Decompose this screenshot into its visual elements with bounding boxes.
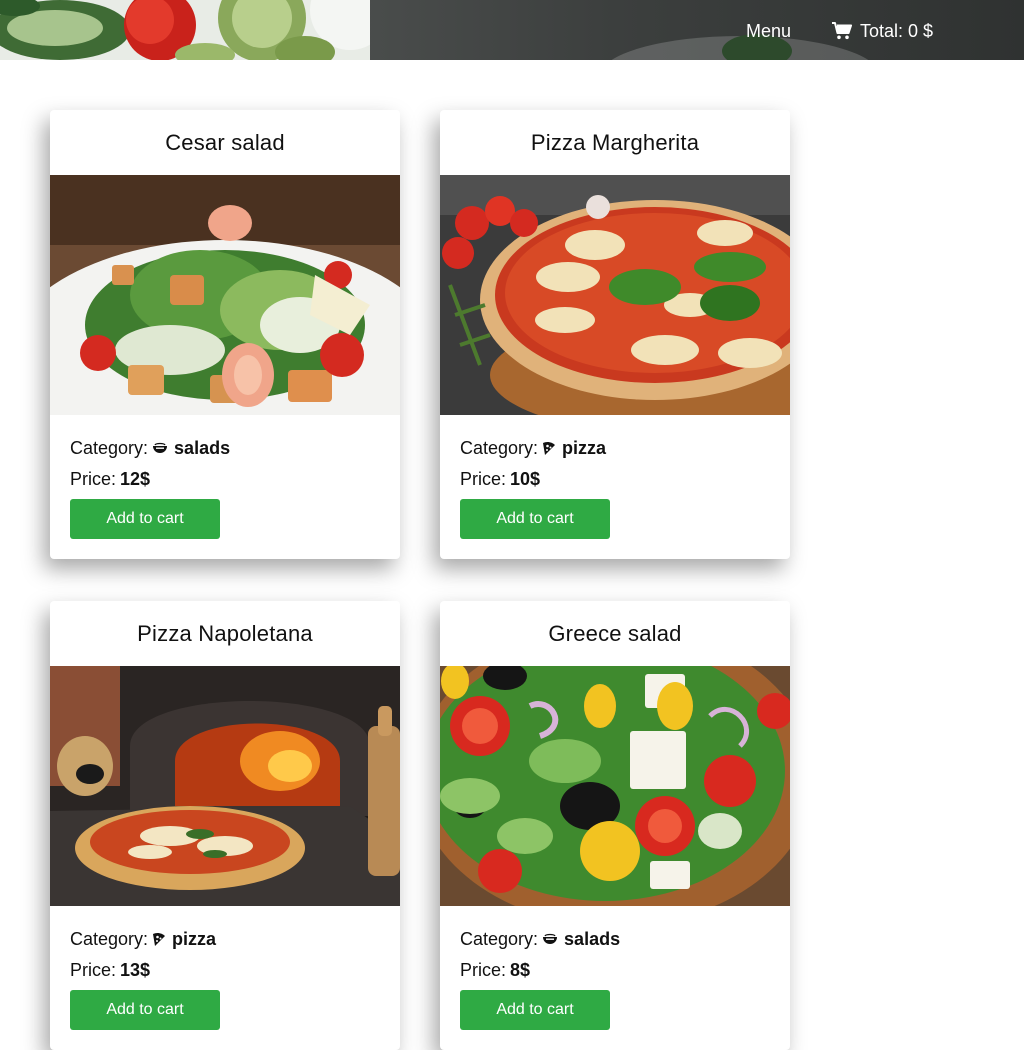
greece-salad-image: [440, 666, 790, 906]
pizza-napoletana-image: [50, 666, 400, 906]
vegetables-banner-image: [0, 0, 370, 60]
product-category: Category: salads: [70, 437, 380, 459]
category-label: Category:: [460, 929, 539, 949]
cart-total-label: Total: 0 $: [860, 21, 934, 41]
product-card: Greece salad Category: salads Price: 8$ …: [440, 601, 790, 1050]
price-value: 13$: [120, 960, 151, 980]
product-category: Category: pizza: [70, 928, 380, 950]
add-to-cart-button[interactable]: Add to cart: [70, 499, 220, 539]
product-title: Cesar salad: [165, 129, 285, 155]
price-label: Price:: [70, 469, 117, 489]
nav-cart-total[interactable]: Total: 0 $: [832, 19, 933, 43]
category-label: Category:: [70, 929, 149, 949]
category-label: Category:: [70, 438, 149, 458]
category-value: pizza: [562, 438, 607, 458]
pizza-margherita-image: [440, 175, 790, 415]
product-category: Category: salads: [460, 928, 770, 950]
price-label: Price:: [460, 960, 507, 980]
bowl-icon: [542, 933, 558, 945]
product-price: Price: 10$: [460, 468, 770, 490]
product-title: Pizza Napoletana: [137, 620, 313, 646]
product-card: Pizza Margherita Category: pizza Price: …: [440, 110, 790, 559]
price-value: 8$: [510, 960, 531, 980]
product-title: Pizza Margherita: [530, 129, 700, 155]
category-value: pizza: [172, 929, 217, 949]
product-price: Price: 13$: [70, 959, 380, 981]
category-value: salads: [564, 929, 621, 949]
category-value: salads: [174, 438, 231, 458]
product-card: Pizza Napoletana Category: pizza Price:: [50, 601, 400, 1050]
pizza-slice-icon: [152, 932, 166, 947]
price-label: Price:: [460, 469, 507, 489]
category-label: Category:: [460, 438, 539, 458]
add-to-cart-button[interactable]: Add to cart: [460, 990, 610, 1030]
product-price: Price: 12$: [70, 468, 380, 490]
nav-menu-link[interactable]: Menu: [746, 19, 791, 43]
bowl-icon: [152, 442, 168, 454]
cesar-salad-image: [50, 175, 400, 415]
product-card: Cesar salad Category: salads Price: 12$ …: [50, 110, 400, 559]
product-category: Category: pizza: [460, 437, 770, 459]
price-value: 12$: [120, 469, 151, 489]
price-value: 10$: [510, 469, 541, 489]
price-label: Price:: [70, 960, 117, 980]
pizza-slice-icon: [542, 441, 556, 456]
add-to-cart-button[interactable]: Add to cart: [70, 990, 220, 1030]
product-title: Greece salad: [548, 620, 682, 646]
top-navbar: Menu Total: 0 $: [0, 0, 1024, 60]
cart-icon: [832, 22, 852, 40]
product-price: Price: 8$: [460, 959, 770, 981]
add-to-cart-button[interactable]: Add to cart: [460, 499, 610, 539]
